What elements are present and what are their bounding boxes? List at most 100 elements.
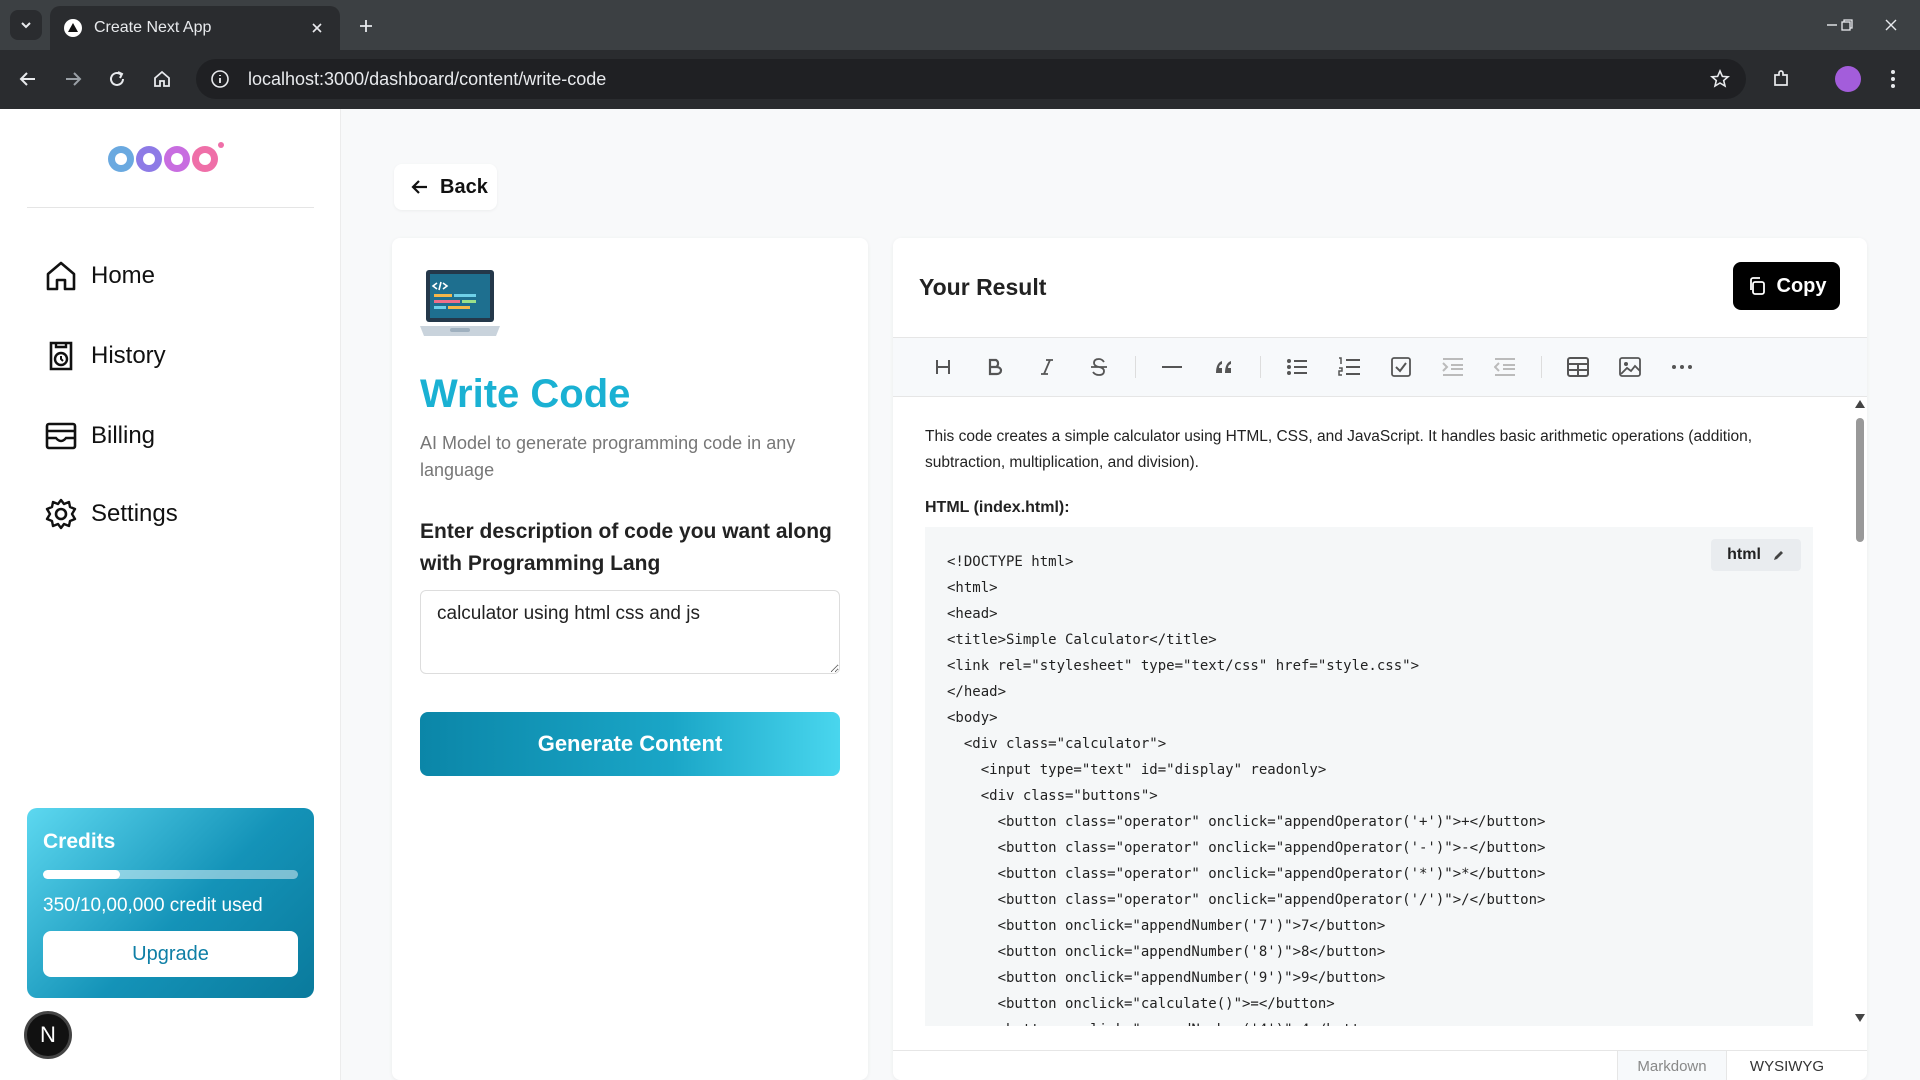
forward-nav-button[interactable]	[58, 64, 88, 94]
tab-search-button[interactable]	[10, 10, 42, 40]
history-icon	[43, 338, 79, 374]
reload-button[interactable]	[102, 64, 132, 94]
bookmark-star-icon[interactable]	[1708, 67, 1732, 91]
code-line: <button onclick="appendNumber('9')">9</b…	[947, 970, 1386, 986]
task-list-icon[interactable]	[1385, 351, 1417, 383]
home-nav-button[interactable]	[147, 64, 177, 94]
browser-menu-button[interactable]	[1878, 64, 1908, 94]
page-description: AI Model to generate programming code in…	[420, 433, 796, 480]
divider	[27, 207, 314, 208]
sidebar-item-label: Billing	[91, 422, 156, 449]
editor-toolbar	[893, 338, 1867, 397]
extensions-button[interactable]	[1766, 64, 1796, 94]
sidebar-item-home[interactable]: Home	[43, 251, 313, 301]
quote-icon[interactable]	[1208, 351, 1240, 383]
editor-content[interactable]: This code creates a simple calculator us…	[893, 398, 1853, 1026]
browser-titlebar: Create Next App	[0, 0, 1920, 50]
sidebar-item-history[interactable]: History	[43, 331, 313, 381]
back-nav-button[interactable]	[13, 64, 43, 94]
code-line: <title>Simple Calculator</title>	[947, 632, 1217, 648]
editor-mode-switch: Markdown WYSIWYG	[893, 1050, 1867, 1080]
table-icon[interactable]	[1562, 351, 1594, 383]
reload-icon	[110, 71, 124, 86]
code-line: <button onclick="appendNumber('7')">7</b…	[947, 918, 1386, 934]
new-tab-button[interactable]	[352, 12, 380, 40]
arrow-right-icon	[66, 72, 82, 86]
result-intro-text: This code creates a simple calculator us…	[925, 428, 1753, 471]
nextjs-dev-badge[interactable]: N	[24, 1011, 72, 1059]
more-horizontal-icon[interactable]	[1666, 351, 1698, 383]
code-line: </head>	[947, 684, 1007, 700]
more-vertical-icon	[1891, 70, 1895, 88]
scroll-down-arrow-icon[interactable]	[1855, 1014, 1865, 1022]
billing-icon	[43, 418, 79, 454]
page-title: Write Code	[420, 372, 631, 416]
description-field-label: Enter description of code you want along…	[420, 520, 832, 575]
avatar	[1835, 66, 1861, 92]
back-label: Back	[440, 175, 488, 198]
sidebar-item-label: Home	[91, 262, 156, 289]
image-icon[interactable]	[1614, 351, 1646, 383]
heading-icon[interactable]	[927, 351, 959, 383]
result-title: Your Result	[919, 274, 1047, 300]
indent-icon[interactable]	[1437, 351, 1469, 383]
code-line: <button onclick="calculate()">=</button>	[947, 996, 1335, 1012]
tab-markdown[interactable]: Markdown	[1617, 1051, 1727, 1080]
code-line: <button onclick="appendNumber('4')">4</b…	[947, 1017, 1791, 1026]
credits-title: Credits	[43, 830, 116, 853]
copy-label: Copy	[1776, 274, 1827, 297]
horizontal-rule-icon[interactable]	[1156, 351, 1188, 383]
pencil-icon	[1773, 549, 1785, 561]
code-laptop-icon	[420, 268, 500, 346]
profile-button[interactable]	[1833, 64, 1863, 94]
upgrade-button[interactable]: Upgrade	[43, 931, 298, 977]
sidebar-item-settings[interactable]: Settings	[43, 489, 313, 539]
copy-button[interactable]: Copy	[1733, 262, 1840, 310]
toolbar-divider	[1260, 356, 1261, 378]
scroll-up-arrow-icon[interactable]	[1855, 400, 1865, 408]
site-info-icon[interactable]	[208, 67, 232, 91]
code-block[interactable]: html <!DOCTYPE html> <html> <head> <title>S…	[925, 527, 1813, 1026]
scrollbar-thumb[interactable]	[1856, 418, 1864, 542]
chevron-down-icon	[21, 22, 31, 29]
code-line: <button onclick="appendNumber('8')">8</b…	[947, 944, 1386, 960]
ordered-list-icon[interactable]	[1333, 351, 1365, 383]
strikethrough-icon[interactable]	[1083, 351, 1115, 383]
logo	[105, 133, 235, 183]
back-button[interactable]: Back	[394, 164, 497, 210]
close-icon	[1885, 19, 1897, 31]
generate-content-button[interactable]: Generate Content	[420, 712, 840, 776]
code-line: <body>	[947, 710, 998, 726]
outdent-icon[interactable]	[1489, 351, 1521, 383]
address-bar[interactable]: localhost:3000/dashboard/content/write-c…	[196, 59, 1746, 99]
restore-icon	[1841, 19, 1853, 31]
description-input[interactable]: calculator using html css and js	[420, 590, 840, 674]
code-line: <input type="text" id="display" readonly…	[947, 762, 1327, 778]
result-panel: Your Result Copy This code creates a sim…	[893, 238, 1867, 1080]
tab-title: Create Next App	[94, 19, 212, 36]
bullet-list-icon[interactable]	[1281, 351, 1313, 383]
bold-icon[interactable]	[979, 351, 1011, 383]
form-panel: Write Code AI Model to generate programm…	[392, 238, 868, 1080]
sidebar-item-label: History	[91, 342, 166, 369]
home-icon	[154, 70, 170, 87]
window-close-button[interactable]	[1871, 10, 1911, 40]
code-line: <html>	[947, 580, 998, 596]
close-icon[interactable]	[308, 19, 326, 37]
credits-progress-bar	[43, 870, 298, 879]
copy-icon	[1747, 276, 1767, 296]
editor-scrollbar[interactable]	[1853, 398, 1867, 1026]
code-line: <button class="operator" onclick="append…	[947, 866, 1546, 882]
italic-icon[interactable]	[1031, 351, 1063, 383]
code-section-heading: HTML (index.html):	[925, 499, 1070, 516]
browser-tab[interactable]: Create Next App	[50, 6, 340, 50]
url-text[interactable]: localhost:3000/dashboard/content/write-c…	[248, 69, 606, 90]
nextjs-favicon-icon	[64, 19, 82, 37]
restore-button[interactable]	[1827, 10, 1867, 40]
code-line: <div class="buttons">	[947, 788, 1158, 804]
tab-wysiwyg[interactable]: WYSIWYG	[1727, 1051, 1847, 1080]
sidebar-item-billing[interactable]: Billing	[43, 411, 313, 461]
code-language-selector[interactable]: html	[1711, 539, 1801, 571]
credits-used-text: 350/10,00,000 credit used	[43, 895, 263, 916]
credits-progress-fill	[43, 870, 120, 879]
